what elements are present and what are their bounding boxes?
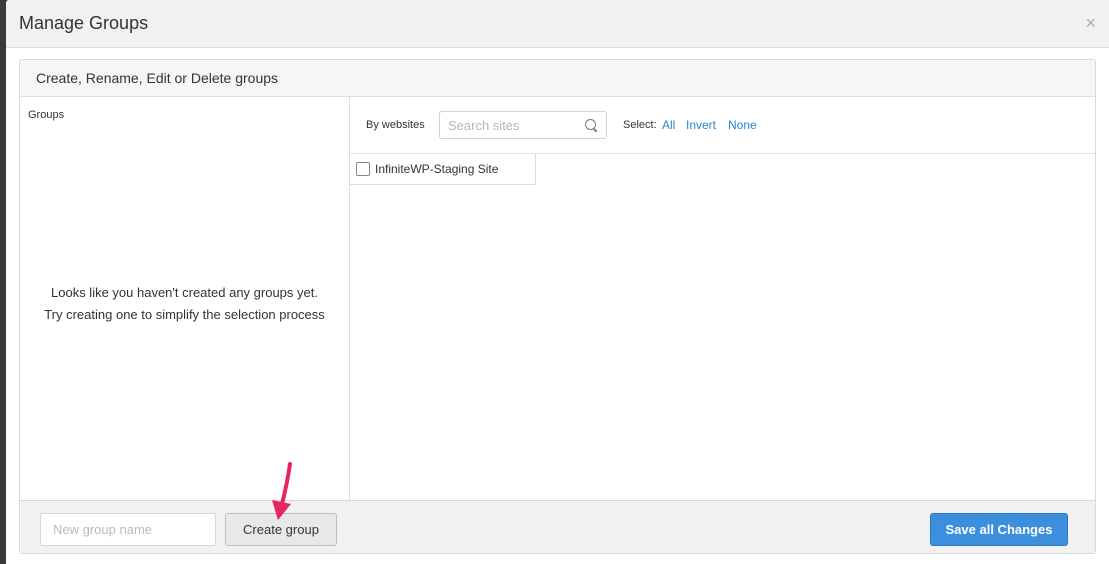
groups-empty-message: Looks like you haven't created any group… bbox=[20, 282, 349, 326]
search-box bbox=[439, 111, 607, 139]
create-group-button[interactable]: Create group bbox=[225, 513, 337, 546]
groups-panel: Create, Rename, Edit or Delete groups Gr… bbox=[19, 59, 1096, 554]
panel-footer: Create group Save all Changes bbox=[20, 500, 1095, 553]
groups-column: Groups Looks like you haven't created an… bbox=[20, 97, 350, 500]
sites-toolbar: By websites Select: All Invert None bbox=[350, 97, 1095, 154]
select-invert-link[interactable]: Invert bbox=[686, 118, 716, 132]
groups-label: Groups bbox=[28, 109, 65, 121]
manage-groups-modal: Manage Groups × Create, Rename, Edit or … bbox=[6, 0, 1109, 564]
select-all-link[interactable]: All bbox=[662, 118, 675, 132]
modal-title: Manage Groups bbox=[19, 13, 149, 33]
sites-column: By websites Select: All Invert None Infi… bbox=[350, 97, 1095, 500]
select-none-link[interactable]: None bbox=[728, 118, 757, 132]
empty-message-line-2: Try creating one to simplify the selecti… bbox=[44, 307, 325, 322]
search-icon[interactable] bbox=[585, 119, 596, 130]
panel-heading-bar: Create, Rename, Edit or Delete groups bbox=[20, 60, 1095, 97]
site-name: InfiniteWP-Staging Site bbox=[375, 162, 499, 176]
search-sites-input[interactable] bbox=[440, 112, 580, 138]
save-all-changes-button[interactable]: Save all Changes bbox=[930, 513, 1068, 546]
modal-header: Manage Groups × bbox=[6, 0, 1109, 48]
empty-message-line-1: Looks like you haven't created any group… bbox=[51, 285, 318, 300]
close-icon[interactable]: × bbox=[1085, 13, 1096, 33]
new-group-name-input[interactable] bbox=[40, 513, 216, 546]
select-label: Select: bbox=[623, 119, 657, 131]
panel-heading: Create, Rename, Edit or Delete groups bbox=[36, 70, 279, 86]
checkbox-icon[interactable] bbox=[356, 162, 370, 176]
site-list-item[interactable]: InfiniteWP-Staging Site bbox=[350, 154, 536, 185]
by-websites-label: By websites bbox=[366, 119, 425, 131]
